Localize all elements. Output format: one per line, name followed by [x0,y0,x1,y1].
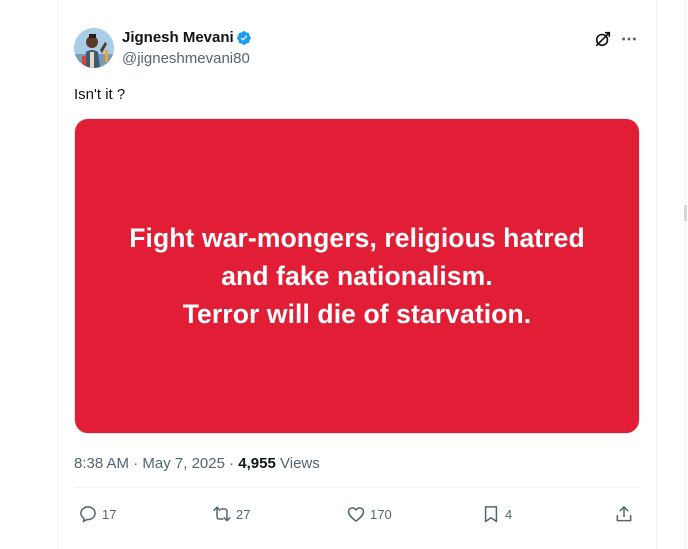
reply-icon [80,506,96,523]
bookmark-count: 4 [505,506,513,522]
avatar-image [74,28,114,68]
reply-count: 17 [102,506,117,522]
tweet-image[interactable]: Fight war-mongers, religious hatred and … [74,118,640,434]
left-column-gutter [0,0,58,549]
grok-icon[interactable] [592,28,614,50]
like-count: 170 [370,506,392,522]
repost-count: 27 [236,506,251,522]
author-handle[interactable]: @jigneshmevani80 [122,50,250,67]
reply-button[interactable]: 17 [78,503,116,525]
bookmark-icon [484,506,498,523]
like-button[interactable]: 170 [346,503,392,525]
image-text-line-2: and fake nationalism. [221,261,493,291]
meta-separator: · [224,455,239,472]
image-text-line-1: Fight war-mongers, religious hatred [129,223,585,253]
avatar[interactable] [74,28,114,68]
more-icon-glyph [622,37,636,41]
tweet-text: Isn't it ? [74,86,126,103]
tweet-meta: 8:38 AM · May 7, 2025 · 4,955 Views [74,455,320,472]
share-button[interactable] [614,503,634,525]
views-label: Views [275,455,320,472]
tweet-card: Jignesh Mevani @jigneshmevani80 Isn't it… [58,0,656,549]
grok-icon-glyph [595,31,611,47]
image-text-line-3: Terror will die of starvation. [182,299,532,329]
repost-icon [213,506,231,522]
like-icon [347,507,365,522]
tweet-date[interactable]: May 7, 2025 [142,455,225,472]
bookmark-button[interactable]: 4 [481,503,512,525]
repost-button[interactable]: 27 [212,503,250,525]
more-icon[interactable] [618,28,640,50]
verified-badge-icon[interactable] [236,30,252,46]
author-name[interactable]: Jignesh Mevani [122,29,234,46]
tweet-time[interactable]: 8:38 AM [74,455,129,472]
views-count[interactable]: 4,955 [238,455,276,472]
divider [74,487,640,488]
scrollbar-track[interactable] [684,0,687,549]
share-icon [616,506,632,522]
scrollbar-thumb[interactable] [684,205,687,221]
meta-separator: · [129,455,143,472]
